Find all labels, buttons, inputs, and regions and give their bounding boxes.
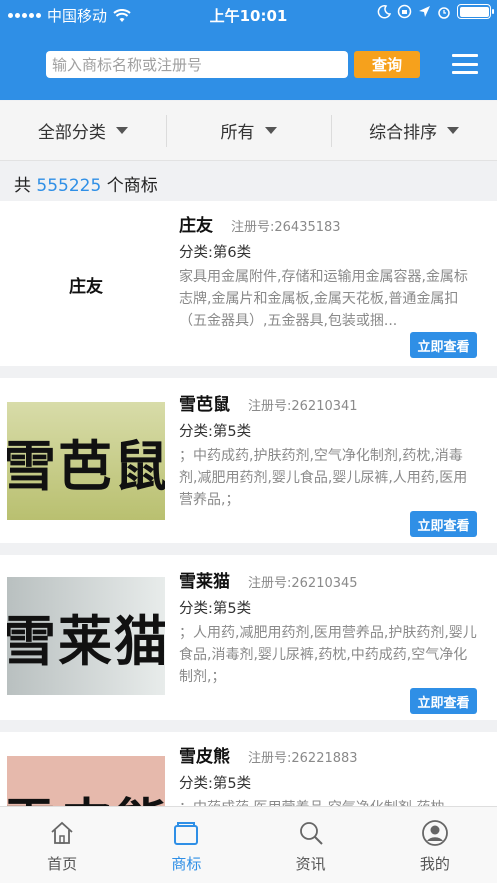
registration-number: 注册号:26210345	[248, 576, 358, 591]
registration-number: 注册号:26210341	[248, 399, 358, 414]
tab-news-label: 资讯	[295, 855, 326, 873]
filter-status[interactable]: 所有	[165, 101, 332, 160]
registration-number: 注册号:26221883	[248, 751, 358, 766]
moon-icon	[377, 4, 391, 18]
tab-trademark-label: 商标	[171, 855, 202, 873]
caret-down-icon	[447, 127, 460, 134]
trademark-item[interactable]: 庄友 庄友 注册号:26435183 分类:第6类 家具用金属附件,存储和运输用…	[0, 201, 497, 366]
home-icon	[51, 821, 73, 844]
result-count: 共 555225 个商标	[14, 171, 158, 196]
filter-category[interactable]: 全部分类	[0, 101, 166, 160]
search-icon	[299, 822, 323, 845]
location-icon	[419, 6, 430, 17]
tab-news[interactable]: 资讯	[249, 807, 373, 883]
view-details-button[interactable]: 立即查看	[410, 332, 477, 358]
search-button[interactable]: 查询	[354, 51, 420, 78]
menu-icon[interactable]	[452, 54, 478, 74]
trademark-image-text: 雪莱猫	[7, 608, 165, 673]
trademark-description: ；中药成药,护肤药剂,空气净化制剂,药枕,消毒剂,减肥用药剂,婴儿食品,婴儿尿裤…	[179, 448, 468, 508]
orientation-lock-icon	[397, 4, 412, 19]
trademark-name: 雪芭鼠	[179, 395, 230, 415]
trademark-class: 分类:第6类	[179, 245, 252, 261]
status-bar: 中国移动 上午10:01	[0, 0, 497, 28]
view-details-button[interactable]: 立即查看	[410, 511, 477, 537]
trademark-class: 分类:第5类	[179, 424, 252, 440]
view-details-button[interactable]: 立即查看	[410, 688, 477, 714]
count-number: 555225	[36, 176, 102, 196]
filter-status-label: 所有	[220, 123, 255, 143]
trademark-item[interactable]: 雪芭鼠 雪芭鼠 注册号:26210341 分类:第5类 ；中药成药,护肤药剂,空…	[0, 378, 497, 543]
tab-mine[interactable]: 我的	[373, 807, 497, 883]
trademark-image-text: 庄友	[69, 276, 103, 297]
tab-mine-label: 我的	[419, 855, 450, 873]
tab-home-label: 首页	[47, 855, 78, 873]
filter-sort[interactable]: 综合排序	[331, 101, 497, 160]
trademark-description: 家具用金属附件,存储和运输用金属容器,金属标志牌,金属片和金属板,金属天花板,普…	[179, 269, 468, 329]
bottom-tab-bar: 首页 商标 资讯 我的	[0, 806, 497, 883]
caret-down-icon	[115, 127, 128, 134]
app-header: 中国移动 上午10:01 查询	[0, 0, 497, 100]
registration-number: 注册号:26435183	[231, 220, 341, 235]
trademark-class: 分类:第5类	[179, 601, 252, 617]
trademark-image: 庄友	[7, 225, 165, 343]
tab-home[interactable]: 首页	[0, 807, 124, 883]
filter-category-label: 全部分类	[37, 123, 106, 143]
trademark-name: 雪皮熊	[179, 747, 230, 767]
trademark-image-text: 雪芭鼠	[7, 433, 165, 498]
trademark-class: 分类:第5类	[179, 776, 252, 792]
count-suffix: 个商标	[106, 176, 158, 196]
caret-down-icon	[264, 127, 277, 134]
battery-icon	[457, 4, 494, 19]
user-icon	[421, 820, 448, 846]
alarm-icon	[438, 6, 450, 19]
trademark-image: 雪芭鼠	[7, 402, 165, 520]
filter-bar: 全部分类 所有 综合排序	[0, 101, 497, 161]
filter-sort-label: 综合排序	[369, 123, 438, 143]
tab-trademark[interactable]: 商标	[124, 807, 248, 883]
trademark-name: 雪莱猫	[179, 572, 230, 592]
search-input[interactable]	[46, 51, 348, 78]
trademark-icon	[174, 822, 199, 845]
trademark-image: 雪莱猫	[7, 577, 165, 695]
trademark-description: ；人用药,减肥用药剂,医用营养品,护肤药剂,婴儿食品,消毒剂,婴儿尿裤,药枕,中…	[179, 625, 477, 685]
trademark-item[interactable]: 雪莱猫 雪莱猫 注册号:26210345 分类:第5类 ；人用药,减肥用药剂,医…	[0, 555, 497, 720]
trademark-name: 庄友	[179, 216, 213, 236]
count-prefix: 共	[14, 176, 31, 196]
